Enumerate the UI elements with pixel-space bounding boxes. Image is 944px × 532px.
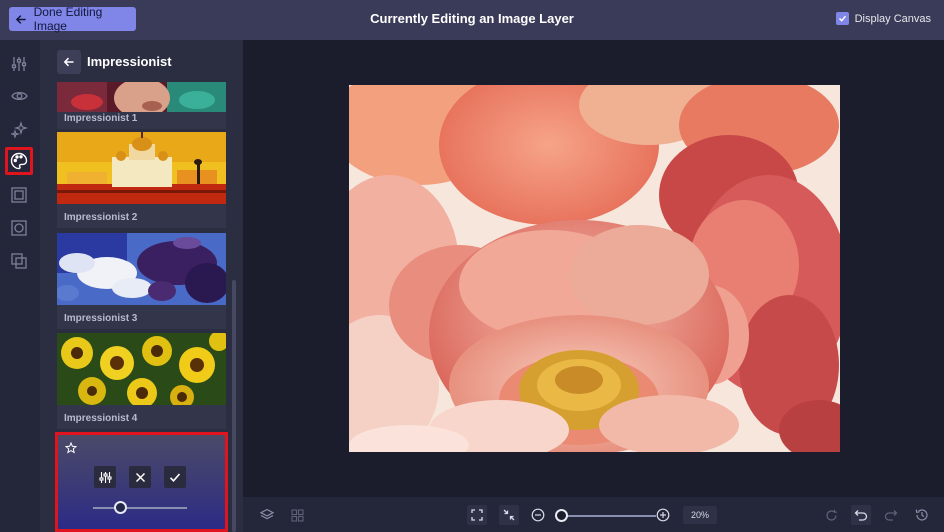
display-canvas-label: Display Canvas <box>854 12 931 25</box>
tool-rail <box>0 40 40 532</box>
page-title: Currently Editing an Image Layer <box>370 11 574 26</box>
settings-sliders-icon <box>98 471 112 483</box>
filter-card-impressionist-1[interactable]: Impressionist 1 <box>57 82 226 129</box>
arrow-left-icon <box>15 14 26 24</box>
panel-back-button[interactable] <box>57 50 81 74</box>
zoom-slider-track[interactable] <box>559 515 656 517</box>
display-canvas-checkbox[interactable] <box>835 12 849 25</box>
panel-scrollbar[interactable] <box>232 280 236 532</box>
canvas-area <box>243 40 944 497</box>
frame-icon[interactable] <box>9 185 29 205</box>
check-icon <box>838 15 846 22</box>
apply-filter-button[interactable] <box>164 466 186 488</box>
edited-image[interactable] <box>349 85 840 452</box>
filter-thumbnail <box>57 132 226 204</box>
filter-label: Impressionist 3 <box>64 313 138 324</box>
zoom-slider[interactable] <box>555 509 568 522</box>
active-filter-card[interactable] <box>55 432 228 532</box>
top-bar: Done Editing Image Currently Editing an … <box>0 0 944 40</box>
zoom-out-icon[interactable] <box>528 505 548 525</box>
filter-card-impressionist-3[interactable]: Impressionist 3 <box>57 233 226 329</box>
grid-icon[interactable] <box>287 505 307 525</box>
redo-icon[interactable] <box>881 505 901 525</box>
arrow-left-icon <box>63 57 74 67</box>
filter-thumbnail <box>57 233 226 305</box>
palette-icon[interactable] <box>5 147 33 175</box>
filter-card-impressionist-4[interactable]: Impressionist 4 <box>57 333 226 429</box>
sparkles-icon[interactable] <box>9 119 29 139</box>
check-icon <box>169 472 181 482</box>
filter-panel: Impressionist Impressionist 1 Impression… <box>40 40 243 532</box>
shrink-icon[interactable] <box>499 505 519 525</box>
filter-thumbnail <box>57 82 226 112</box>
layers-overlap-icon[interactable] <box>9 251 29 271</box>
zoom-level[interactable]: 20% <box>683 506 717 524</box>
filter-intensity-slider[interactable] <box>114 501 127 514</box>
filter-settings-button[interactable] <box>94 466 116 488</box>
adjustments-icon[interactable] <box>9 54 29 74</box>
star-icon[interactable] <box>64 441 78 459</box>
zoom-in-icon[interactable] <box>653 505 673 525</box>
bottom-toolbar: 20% <box>243 497 944 532</box>
history-icon[interactable] <box>912 505 932 525</box>
eye-icon[interactable] <box>9 86 29 106</box>
layers-icon[interactable] <box>257 505 277 525</box>
filter-intensity-track[interactable] <box>93 507 187 509</box>
done-editing-label: Done Editing Image <box>33 5 103 33</box>
mask-icon[interactable] <box>9 218 29 238</box>
reset-icon[interactable] <box>821 505 841 525</box>
undo-icon[interactable] <box>851 505 871 525</box>
display-canvas-toggle[interactable]: Display Canvas <box>835 12 931 25</box>
close-icon <box>135 472 145 482</box>
panel-header: Impressionist <box>40 40 243 82</box>
fit-screen-icon[interactable] <box>467 505 487 525</box>
done-editing-button[interactable]: Done Editing Image <box>9 5 136 33</box>
cancel-filter-button[interactable] <box>129 466 151 488</box>
panel-title: Impressionist <box>87 54 172 69</box>
filter-label: Impressionist 2 <box>64 212 138 223</box>
filter-label: Impressionist 4 <box>64 413 138 424</box>
filter-thumbnail <box>57 333 226 405</box>
filter-label: Impressionist 1 <box>64 113 138 124</box>
filter-card-impressionist-2[interactable]: Impressionist 2 <box>57 132 226 228</box>
